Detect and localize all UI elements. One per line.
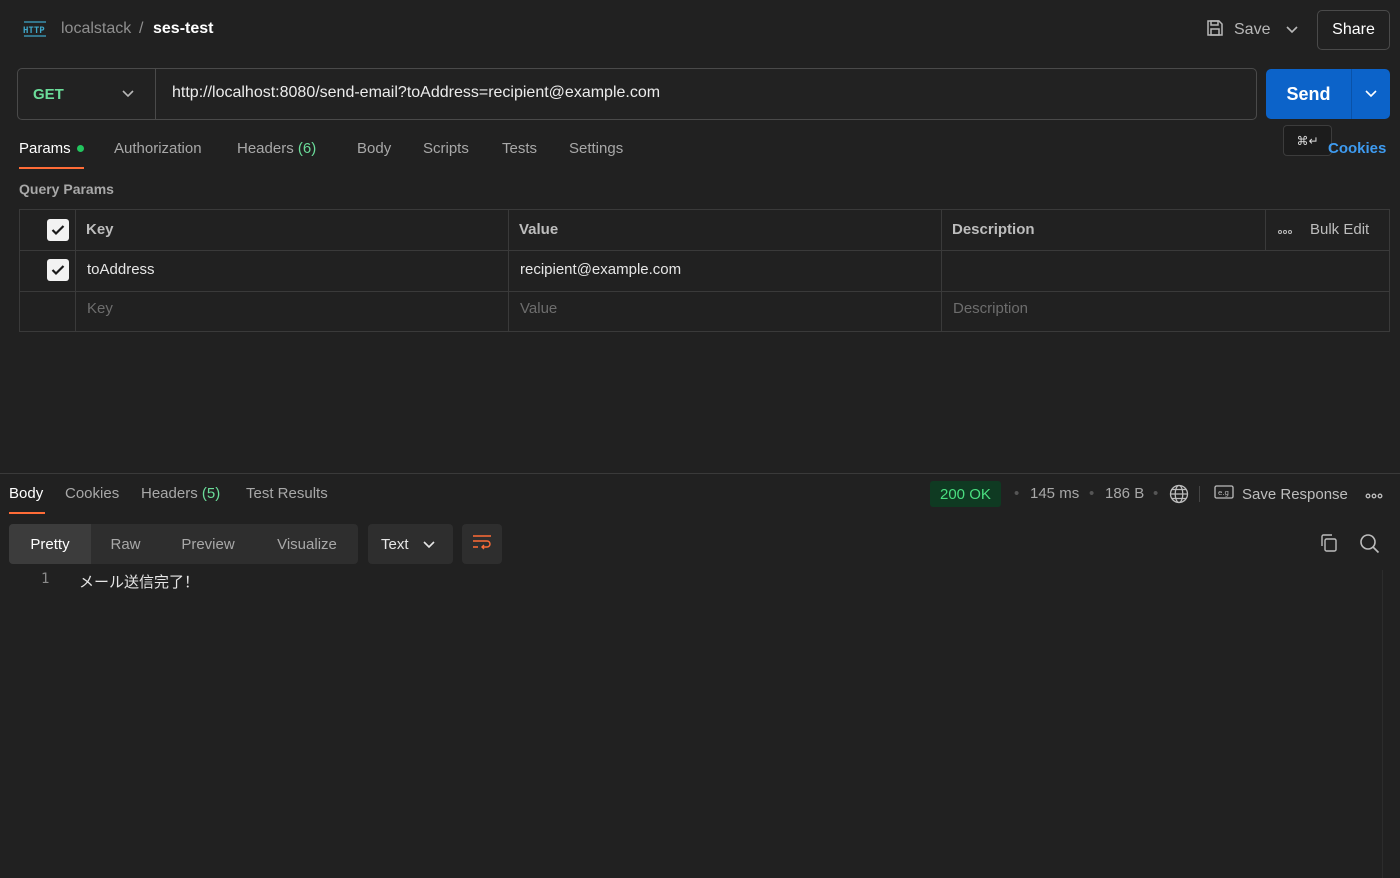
tab-headers-label: Headers: [237, 140, 294, 157]
breadcrumb-parent[interactable]: localstack: [61, 20, 131, 38]
method-label: GET: [33, 85, 64, 103]
pane-divider[interactable]: [0, 473, 1400, 474]
param-key[interactable]: toAddress: [87, 261, 155, 278]
svg-text:e.g: e.g: [1218, 489, 1229, 497]
http-icon: HTTP: [22, 18, 48, 40]
save-disk-icon: [1206, 19, 1224, 42]
save-response-button[interactable]: e.g Save Response: [1214, 484, 1348, 504]
wrap-lines-icon: [472, 534, 492, 554]
line-number: 1: [41, 571, 50, 587]
format-chevron-down-icon: [422, 536, 435, 553]
column-header-value: Value: [519, 221, 559, 238]
table-divider: [508, 209, 509, 332]
params-active-dot: [76, 144, 84, 152]
response-body-line[interactable]: メール送信完了！: [79, 571, 199, 592]
meta-divider: [1199, 486, 1200, 502]
bulk-edit-label[interactable]: Bulk Edit: [1310, 221, 1369, 238]
tab-headers[interactable]: Headers (6): [237, 140, 316, 157]
response-tab-test-results[interactable]: Test Results: [246, 485, 328, 502]
new-param-key-input[interactable]: Key: [87, 300, 113, 317]
response-more-options-icon[interactable]: [1365, 486, 1383, 503]
response-tab-headers[interactable]: Headers (5): [141, 485, 220, 502]
save-response-label: Save Response: [1242, 485, 1348, 503]
method-chevron-down-icon[interactable]: [118, 82, 138, 106]
view-pretty-button[interactable]: Pretty: [9, 524, 91, 564]
search-icon[interactable]: [1359, 533, 1380, 558]
column-header-key: Key: [86, 221, 114, 238]
new-param-value-input[interactable]: Value: [520, 300, 557, 317]
response-size[interactable]: 186 B: [1105, 485, 1144, 502]
send-shortcut-tooltip: ⌘↵: [1283, 125, 1332, 156]
save-label: Save: [1234, 21, 1271, 38]
send-options-chevron-down-icon[interactable]: [1351, 69, 1390, 119]
format-select[interactable]: Text: [368, 524, 453, 564]
tab-body[interactable]: Body: [357, 140, 391, 157]
response-time[interactable]: 145 ms: [1030, 485, 1079, 502]
wrap-lines-button[interactable]: [462, 524, 502, 564]
view-raw-button[interactable]: Raw: [91, 524, 160, 564]
breadcrumb-separator: /: [139, 20, 144, 37]
meta-separator: •: [1153, 485, 1159, 502]
copy-icon[interactable]: [1319, 533, 1339, 557]
tab-authorization[interactable]: Authorization: [114, 140, 202, 157]
response-headers-count: (5): [201, 485, 221, 502]
send-button[interactable]: Send: [1266, 69, 1351, 119]
select-all-checkbox[interactable]: [47, 219, 69, 241]
param-value[interactable]: recipient@example.com: [520, 261, 681, 278]
table-divider: [941, 209, 942, 332]
meta-separator: •: [1014, 485, 1020, 502]
active-tab-indicator: [19, 167, 84, 169]
response-active-tab-indicator: [9, 512, 45, 514]
save-response-icon: e.g: [1214, 484, 1234, 504]
url-input[interactable]: http://localhost:8080/send-email?toAddre…: [172, 84, 660, 102]
save-button[interactable]: Save: [1198, 12, 1278, 48]
format-label: Text: [381, 535, 409, 553]
tab-params[interactable]: Params: [19, 140, 84, 157]
response-tab-cookies[interactable]: Cookies: [65, 485, 119, 502]
more-options-icon[interactable]: [1278, 221, 1292, 238]
request-name[interactable]: ses-test: [153, 20, 213, 38]
tab-tests[interactable]: Tests: [502, 140, 537, 157]
query-params-table: [19, 209, 1390, 332]
status-badge[interactable]: 200 OK: [930, 481, 1001, 507]
table-divider: [19, 291, 1390, 292]
globe-icon[interactable]: [1169, 484, 1189, 508]
tab-settings[interactable]: Settings: [569, 140, 623, 157]
response-tab-headers-label: Headers: [141, 485, 198, 502]
svg-text:HTTP: HTTP: [23, 26, 45, 36]
table-divider: [1265, 209, 1266, 250]
cookies-link[interactable]: Cookies: [1328, 140, 1386, 157]
param-row-checkbox[interactable]: [47, 259, 69, 281]
tab-scripts[interactable]: Scripts: [423, 140, 469, 157]
tab-params-label: Params: [19, 140, 71, 157]
table-divider: [75, 209, 76, 332]
table-divider: [19, 250, 1390, 251]
new-param-description-input[interactable]: Description: [953, 300, 1028, 317]
meta-separator: •: [1089, 485, 1095, 502]
query-params-title: Query Params: [19, 181, 114, 197]
response-tab-body[interactable]: Body: [9, 485, 43, 502]
share-button[interactable]: Share: [1317, 10, 1390, 50]
scrollbar[interactable]: [1382, 570, 1400, 878]
view-visualize-button[interactable]: Visualize: [256, 524, 358, 564]
headers-count: (6): [297, 140, 317, 157]
column-header-description: Description: [952, 221, 1035, 238]
bulk-edit-button[interactable]: Bulk Edit: [1278, 221, 1369, 238]
view-preview-button[interactable]: Preview: [160, 524, 256, 564]
save-options-chevron-down-icon[interactable]: [1278, 14, 1306, 46]
